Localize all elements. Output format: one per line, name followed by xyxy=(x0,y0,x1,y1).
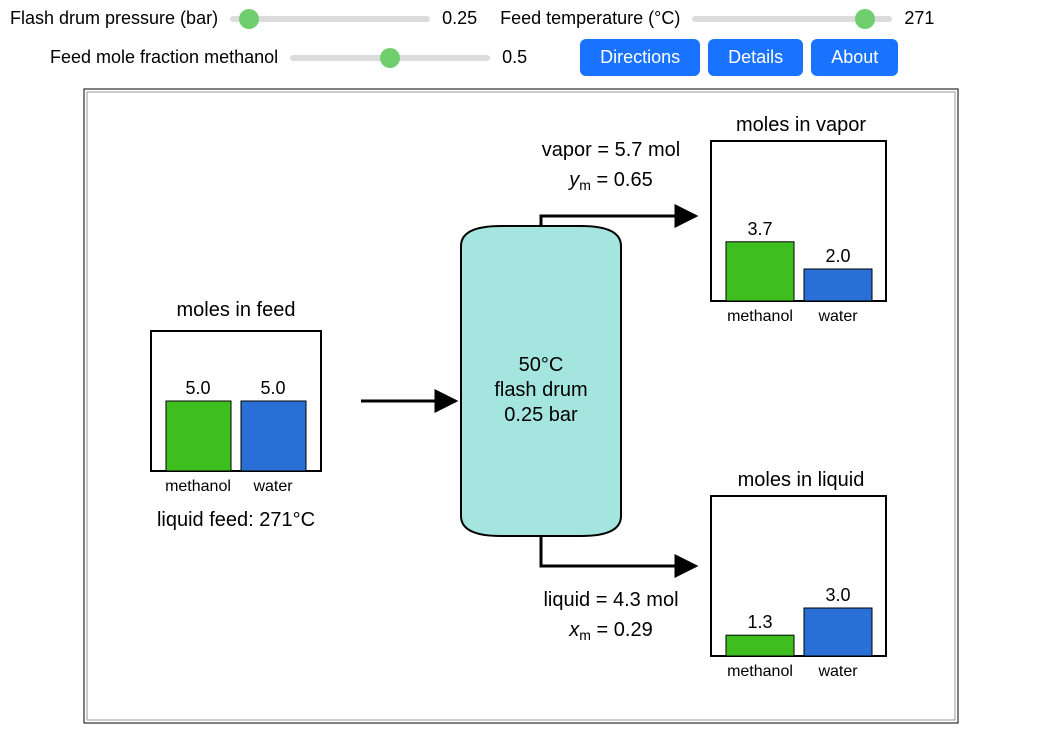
liquid-cat-b: water xyxy=(817,663,858,680)
drum-label: flash drum xyxy=(494,379,587,401)
feed-caption: liquid feed: 271°C xyxy=(156,509,314,531)
feed-val-methanol: 5.0 xyxy=(185,378,210,398)
feed-cat-b: water xyxy=(252,478,293,495)
liquid-line1: liquid = 4.3 mol xyxy=(543,589,678,611)
flash-diagram: 50°C flash drum 0.25 bar vapor = 5.7 mol… xyxy=(81,86,961,726)
fraction-value: 0.5 xyxy=(502,47,540,68)
vapor-chart-title: moles in vapor xyxy=(735,114,865,136)
pressure-slider[interactable] xyxy=(230,16,430,22)
temperature-control: Feed temperature (°C) 271 xyxy=(500,8,942,29)
button-group: Directions Details About xyxy=(580,39,898,76)
vapor-bar-methanol xyxy=(726,242,794,301)
directions-button[interactable]: Directions xyxy=(580,39,700,76)
liquid-bar-methanol xyxy=(726,635,794,656)
vapor-chart: moles in vapor 3.7 2.0 methanol water xyxy=(711,114,886,325)
liquid-chart-title: moles in liquid xyxy=(737,469,864,491)
vapor-val-methanol: 3.7 xyxy=(747,219,772,239)
about-button[interactable]: About xyxy=(811,39,898,76)
fraction-control: Feed mole fraction methanol 0.5 xyxy=(50,47,540,68)
liquid-bar-water xyxy=(804,608,872,656)
controls-panel: Flash drum pressure (bar) 0.25 Feed temp… xyxy=(10,8,1031,76)
vapor-cat-b: water xyxy=(817,308,858,325)
liquid-chart: moles in liquid 1.3 3.0 methanol water xyxy=(711,469,886,680)
liquid-val-water: 3.0 xyxy=(825,585,850,605)
fraction-label: Feed mole fraction methanol xyxy=(50,47,278,68)
liquid-val-methanol: 1.3 xyxy=(747,612,772,632)
vapor-cat-a: methanol xyxy=(727,308,793,325)
liquid-cat-a: methanol xyxy=(727,663,793,680)
drum-pressure: 0.25 bar xyxy=(504,404,578,426)
fraction-slider[interactable] xyxy=(290,55,490,61)
temperature-slider[interactable] xyxy=(692,16,892,22)
feed-bar-water xyxy=(241,401,306,471)
feed-cat-a: methanol xyxy=(165,478,231,495)
vapor-val-water: 2.0 xyxy=(825,246,850,266)
flash-drum: 50°C flash drum 0.25 bar xyxy=(461,226,621,536)
pressure-value: 0.25 xyxy=(442,8,480,29)
vapor-line1: vapor = 5.7 mol xyxy=(541,139,679,161)
pressure-control: Flash drum pressure (bar) 0.25 xyxy=(10,8,480,29)
feed-val-water: 5.0 xyxy=(260,378,285,398)
drum-temp: 50°C xyxy=(518,354,563,376)
temperature-value: 271 xyxy=(904,8,942,29)
details-button[interactable]: Details xyxy=(708,39,803,76)
pressure-label: Flash drum pressure (bar) xyxy=(10,8,218,29)
temperature-label: Feed temperature (°C) xyxy=(500,8,680,29)
feed-bar-methanol xyxy=(166,401,231,471)
feed-chart-title: moles in feed xyxy=(176,299,295,321)
vapor-bar-water xyxy=(804,269,872,301)
